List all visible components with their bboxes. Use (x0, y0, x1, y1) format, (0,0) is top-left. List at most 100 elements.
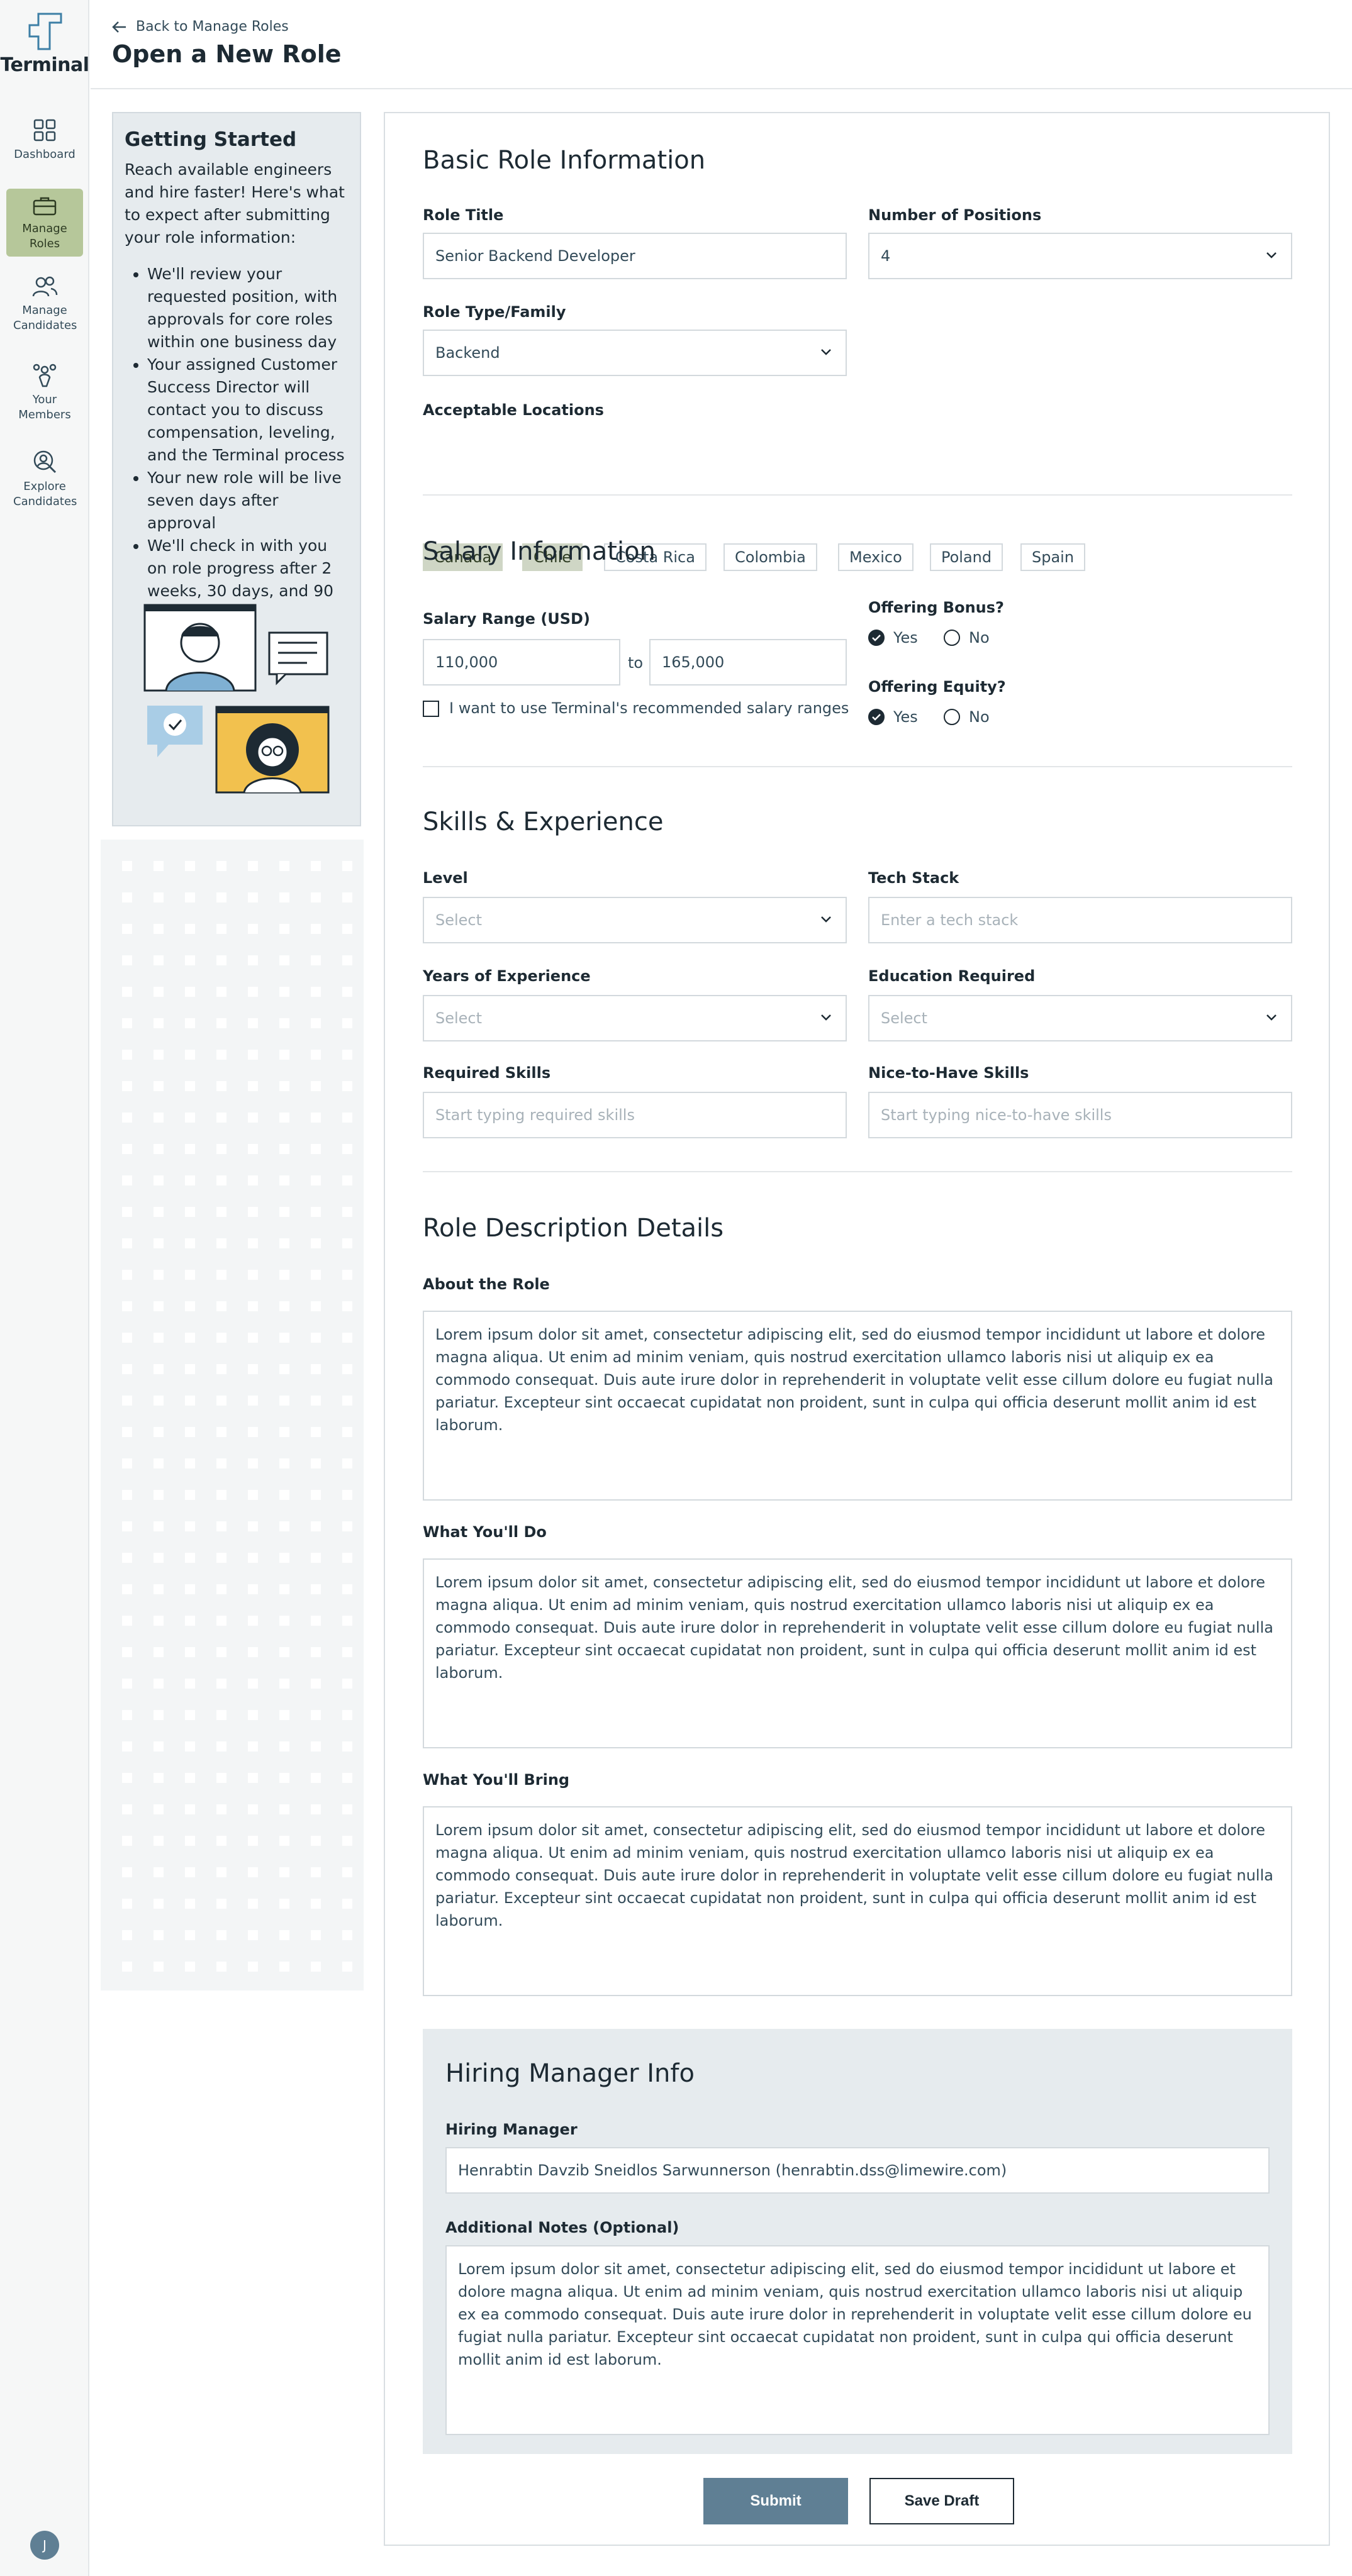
radio-checked-icon (868, 709, 885, 725)
location-chip-poland[interactable]: Poland (930, 543, 1003, 571)
bonus-yes-radio[interactable]: Yes (868, 629, 918, 647)
nice-skills-label: Nice-to-Have Skills (868, 1064, 1029, 1082)
sidebar: Terminal Dashboard Manage Roles Manage C… (0, 0, 89, 2576)
positions-label: Number of Positions (868, 206, 1042, 224)
radio-label: No (969, 629, 990, 647)
section-title-skills: Skills & Experience (423, 808, 664, 836)
section-title-description: Role Description Details (423, 1214, 724, 1243)
role-title-input[interactable]: Senior Backend Developer (423, 233, 847, 279)
tech-stack-label: Tech Stack (868, 869, 959, 887)
years-select[interactable]: Select (423, 995, 847, 1041)
list-item: We'll review your requested position, wi… (147, 263, 349, 353)
sidebar-item-manage-roles[interactable]: Manage Roles (6, 189, 83, 257)
nice-skills-input[interactable]: Start typing nice-to-have skills (868, 1092, 1292, 1138)
list-item: Your assigned Customer Success Director … (147, 353, 349, 467)
chevron-down-icon (821, 1014, 831, 1021)
years-label: Years of Experience (423, 967, 591, 985)
getting-started-intro: Reach available engineers and hire faste… (125, 160, 345, 247)
briefcase-icon (33, 197, 57, 216)
sidebar-item-label: Manage Candidates (13, 304, 77, 332)
user-avatar[interactable]: J (30, 2531, 59, 2560)
what-youll-bring-textarea[interactable]: Lorem ipsum dolor sit amet, consectetur … (423, 1806, 1292, 1996)
required-skills-input[interactable]: Start typing required skills (423, 1092, 847, 1138)
list-item: Your new role will be live seven days af… (147, 467, 349, 535)
what-youll-bring-label: What You'll Bring (423, 1771, 570, 1789)
role-type-value: Backend (435, 344, 500, 362)
additional-notes-textarea[interactable]: Lorem ipsum dolor sit amet, consectetur … (445, 2245, 1270, 2435)
submit-button[interactable]: Submit (703, 2478, 848, 2524)
page-title: Open a New Role (112, 40, 342, 68)
radio-label: No (969, 708, 990, 726)
getting-started-title: Getting Started (125, 128, 297, 151)
hiring-manager-label: Hiring Manager (445, 2121, 578, 2138)
page-header: Back to Manage Roles Open a New Role (91, 0, 1352, 89)
terminal-logo[interactable]: Terminal (0, 11, 89, 76)
radio-unchecked-icon (944, 709, 960, 725)
chevron-down-icon (1266, 252, 1277, 258)
recommended-salary-label: I want to use Terminal's recommended sal… (449, 699, 849, 717)
about-role-label: About the Role (423, 1275, 550, 1293)
sidebar-item-manage-candidates[interactable]: Manage Candidates (6, 269, 83, 340)
sidebar-item-dashboard[interactable]: Dashboard (6, 112, 83, 170)
equity-no-radio[interactable]: No (944, 708, 990, 726)
bonus-label: Offering Bonus? (868, 599, 1004, 616)
users-icon (32, 276, 58, 297)
level-placeholder: Select (435, 911, 483, 929)
radio-label: Yes (893, 629, 918, 647)
section-title-basic: Basic Role Information (423, 146, 706, 175)
section-divider (423, 1171, 1292, 1172)
getting-started-panel: Getting Started Reach available engineer… (112, 112, 361, 826)
equity-yes-radio[interactable]: Yes (868, 708, 918, 726)
role-type-label: Role Type/Family (423, 303, 566, 321)
back-link[interactable]: Back to Manage Roles (112, 19, 289, 35)
tech-stack-input[interactable]: Enter a tech stack (868, 897, 1292, 943)
video-call-illustration (143, 604, 330, 794)
chevron-down-icon (821, 916, 831, 923)
hiring-manager-section: Hiring Manager Info Hiring Manager Henra… (423, 2029, 1292, 2454)
positions-value: 4 (881, 247, 891, 265)
about-role-textarea[interactable]: Lorem ipsum dolor sit amet, consectetur … (423, 1311, 1292, 1501)
salary-max-input[interactable]: 165,000 (649, 639, 847, 686)
additional-notes-label: Additional Notes (Optional) (445, 2219, 679, 2236)
radio-checked-icon (868, 630, 885, 646)
sidebar-item-your-members[interactable]: Your Members (6, 356, 83, 426)
arrow-left-icon (112, 21, 126, 33)
education-select[interactable]: Select (868, 995, 1292, 1041)
terminal-logo-icon (28, 13, 62, 50)
level-select[interactable]: Select (423, 897, 847, 943)
bonus-no-radio[interactable]: No (944, 629, 990, 647)
required-skills-label: Required Skills (423, 1064, 551, 1082)
save-draft-button[interactable]: Save Draft (869, 2478, 1014, 2524)
hiring-manager-input[interactable]: Henrabtin Davzib Sneidlos Sarwunnerson (… (445, 2147, 1270, 2194)
level-label: Level (423, 869, 468, 887)
location-chip-spain[interactable]: Spain (1020, 543, 1086, 571)
salary-range-label: Salary Range (USD) (423, 610, 590, 628)
sidebar-item-label: Explore Candidates (13, 480, 77, 508)
role-type-select[interactable]: Backend (423, 330, 847, 376)
years-placeholder: Select (435, 1009, 483, 1027)
search-user-icon (33, 450, 57, 474)
sidebar-item-explore-candidates[interactable]: Explore Candidates (6, 443, 83, 513)
recommended-salary-checkbox[interactable] (423, 701, 439, 717)
what-youll-do-textarea[interactable]: Lorem ipsum dolor sit amet, consectetur … (423, 1558, 1292, 1748)
section-title-salary: Salary Information (423, 537, 656, 566)
salary-to-text: to (628, 654, 644, 672)
members-icon (33, 364, 57, 387)
positions-select[interactable]: 4 (868, 233, 1292, 279)
what-youll-do-label: What You'll Do (423, 1523, 547, 1541)
locations-label: Acceptable Locations (423, 401, 604, 419)
section-divider (423, 766, 1292, 767)
role-title-label: Role Title (423, 206, 504, 224)
education-label: Education Required (868, 967, 1036, 985)
chevron-down-icon (1266, 1014, 1277, 1021)
equity-label: Offering Equity? (868, 678, 1006, 696)
radio-label: Yes (893, 708, 918, 726)
salary-min-input[interactable]: 110,000 (423, 639, 620, 686)
sidebar-item-label: Dashboard (14, 148, 75, 161)
education-placeholder: Select (881, 1009, 928, 1027)
back-link-label: Back to Manage Roles (136, 19, 289, 35)
section-title-hiring: Hiring Manager Info (445, 2059, 695, 2088)
location-chip-mexico[interactable]: Mexico (838, 543, 913, 571)
dashboard-icon (33, 119, 56, 142)
location-chip-colombia[interactable]: Colombia (723, 543, 817, 571)
